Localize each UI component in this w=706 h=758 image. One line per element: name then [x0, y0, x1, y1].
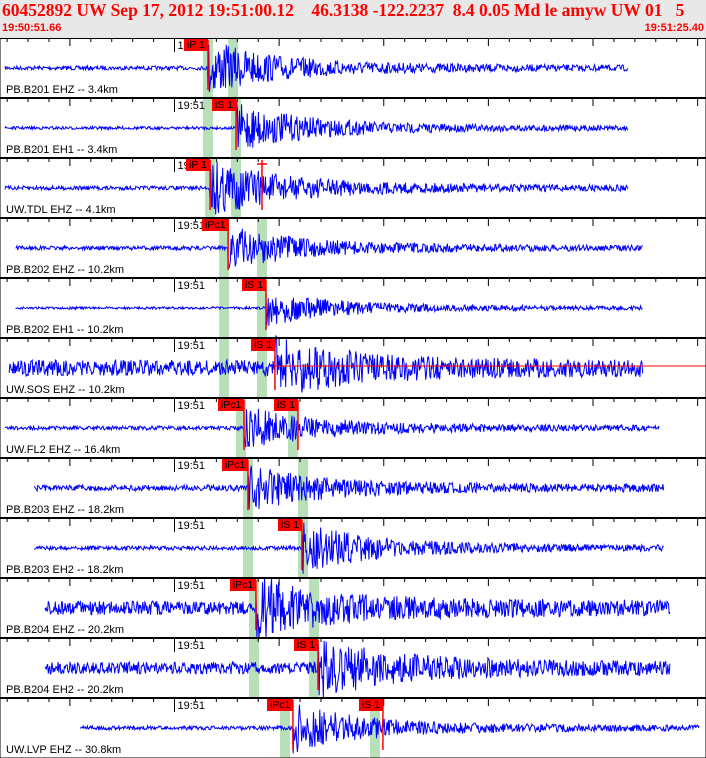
waveform-trace [33, 522, 664, 574]
minute-label: 19:51 [177, 520, 206, 532]
minute-label: 19:51 [177, 700, 206, 712]
station-label: UW.TDL EHZ -- 4.1km [6, 204, 116, 216]
pick-label-ipc1[interactable]: iPc1 [221, 459, 249, 471]
minute-label: 19:51 [177, 460, 206, 472]
pick-label-ipc1[interactable]: iPc1 [202, 219, 229, 231]
pick-label-ipc1[interactable]: iPc1 [266, 699, 294, 711]
station-label: UW.SOS EHZ -- 10.2km [6, 384, 125, 396]
pick-label-is1[interactable]: iS 1 [250, 339, 276, 351]
minute-label: 19:51 [177, 580, 206, 592]
waveform-trace [79, 704, 700, 754]
pick-label-ipc1[interactable]: iPc1 [217, 399, 245, 411]
pick-label-is1[interactable]: iS 1 [277, 519, 303, 531]
station-label: PB.B202 EH1 -- 10.2km [6, 324, 124, 336]
station-label: UW.LVP EHZ -- 30.8km [6, 744, 122, 756]
pick-label-is1[interactable]: iS 1 [358, 699, 384, 711]
station-label: PB.B203 EH2 -- 18.2km [6, 564, 124, 576]
station-label: PB.B201 EH1 -- 3.4km [6, 144, 118, 156]
station-label: PB.B201 EHZ -- 3.4km [6, 84, 118, 96]
pick-label-is1[interactable]: iS 1 [294, 639, 319, 651]
waveform-trace [33, 465, 665, 510]
station-label: PB.B202 EHZ -- 10.2km [6, 264, 124, 276]
station-label: PB.B203 EHZ -- 18.2km [6, 504, 124, 516]
pick-label-is1[interactable]: iS 1 [273, 399, 299, 411]
pick-label-is1[interactable]: iS 1 [241, 279, 267, 291]
minute-label: 19:51 [177, 280, 206, 292]
waveform-trace [15, 228, 644, 269]
minute-label: 19:51 [177, 100, 206, 112]
pick-label-ip1[interactable]: iP 1 [186, 159, 210, 171]
event-title: 60452892 UW Sep 17, 2012 19:51:00.12 46.… [2, 0, 685, 20]
pick-label-ipc1[interactable]: iPc1 [229, 579, 257, 591]
pick-label-ip1[interactable]: iP 1 [183, 39, 208, 51]
event-header: 60452892 UW Sep 17, 2012 19:51:00.12 46.… [0, 0, 706, 38]
minute-label: 19:51 [177, 400, 206, 412]
minute-label: 19:51 [177, 340, 206, 352]
station-label: PB.B204 EH2 -- 20.2km [6, 684, 124, 696]
minute-label: 19:51 [177, 640, 206, 652]
waveform-trace [4, 408, 660, 448]
waveform-trace [44, 577, 671, 640]
waveform-trace [44, 640, 671, 699]
station-label: PB.B204 EHZ -- 20.2km [6, 624, 124, 636]
waveform-trace [15, 297, 643, 326]
start-time: 19:50:51.66 [2, 22, 62, 34]
station-label: UW.FL2 EHZ -- 16.4km [6, 444, 121, 456]
pick-label-is1[interactable]: iS 1 [212, 99, 237, 111]
minute-label: 19:51 [177, 220, 206, 232]
end-time: 19:51:25.40 [644, 22, 704, 34]
waveform-trace [4, 102, 629, 148]
